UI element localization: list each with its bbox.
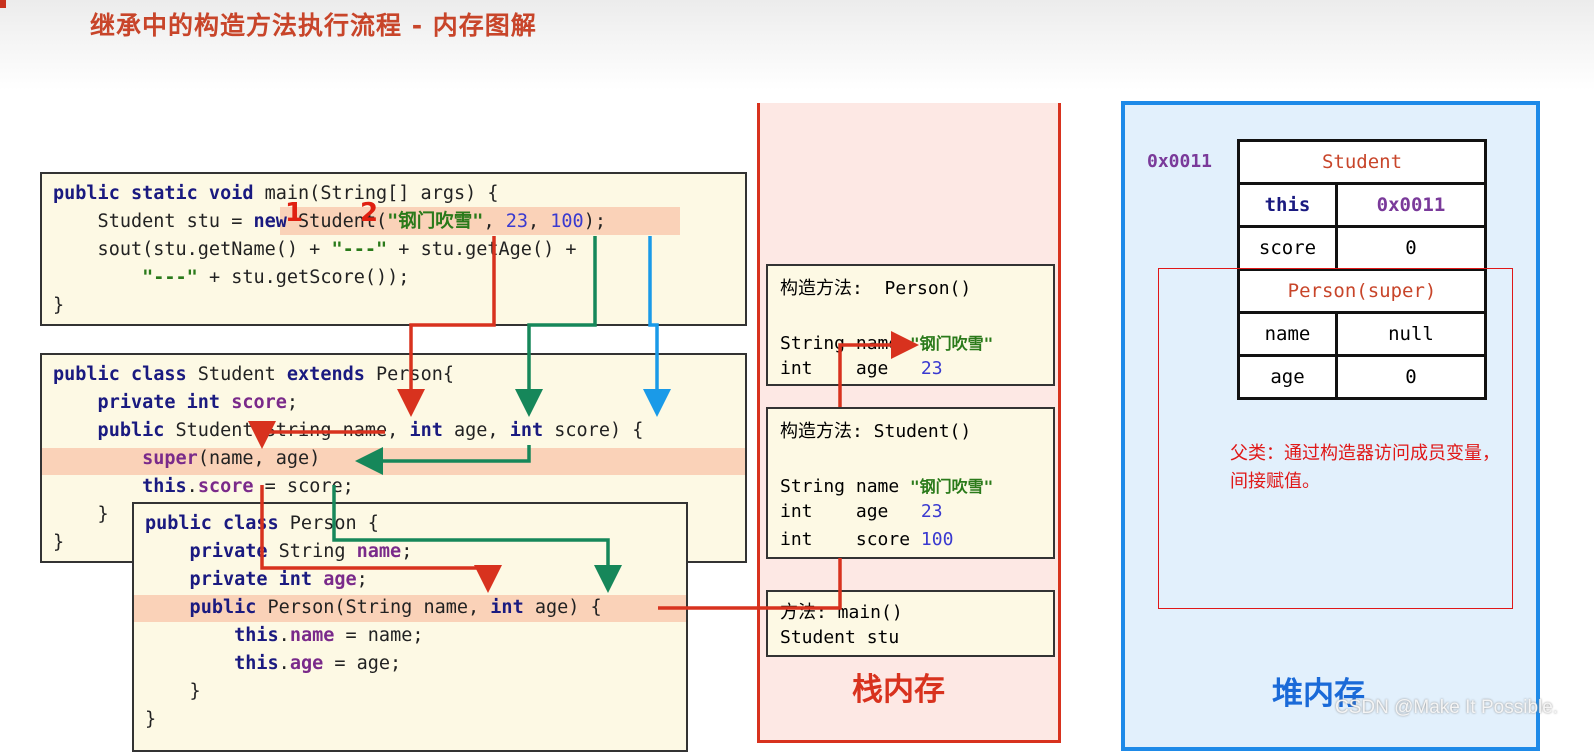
arrow-super-age-to-person — [332, 485, 622, 593]
arrow-age-to-student-param — [515, 236, 597, 417]
arrow-student-frame-to-person-frame — [838, 331, 919, 407]
arrow-score-to-student-param — [643, 236, 671, 417]
arrow-age-to-super — [355, 445, 531, 475]
arrow-person-constructor-to-stack — [658, 558, 842, 610]
arrow-super-name-to-person — [260, 485, 502, 593]
flow-arrows — [248, 236, 919, 610]
arrow-name-to-super — [248, 421, 385, 449]
arrow-name-to-student-param — [397, 236, 496, 417]
